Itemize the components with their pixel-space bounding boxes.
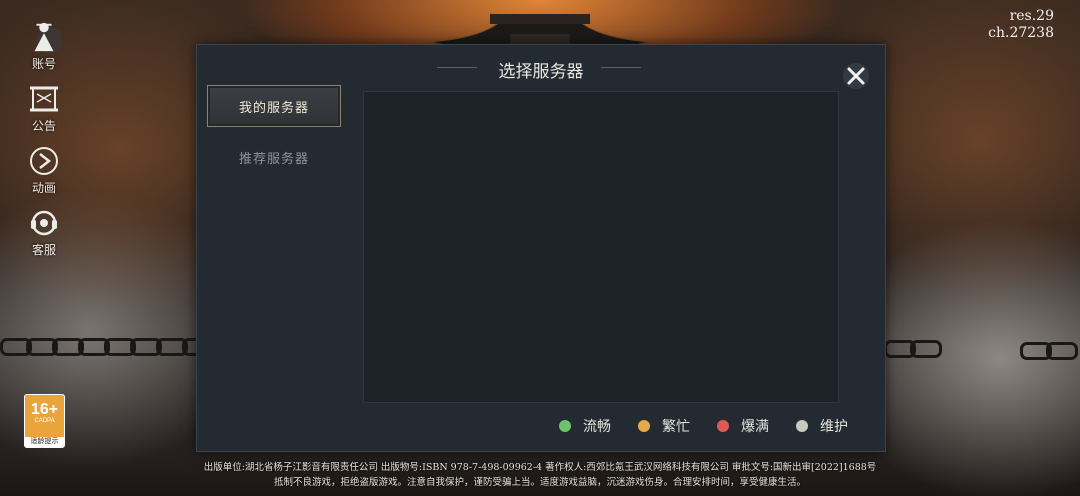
scroll-icon [27,82,61,116]
status-dot-red [717,420,729,432]
legend-item-smooth: 流畅 [559,416,611,436]
side-item-label: 公告 [31,119,56,133]
legend-label: 流畅 [583,419,611,435]
legend-label: 维护 [820,419,848,435]
title-ornament-right [601,67,641,68]
server-select-dialog: 选择服务器 我的服务器 推荐服务器 流畅 繁忙 爆满 维护 [196,44,886,452]
chain-far-right-decoration [1020,342,1078,360]
legend-item-busy: 繁忙 [638,416,690,436]
side-menu: 账号 公告 动画 客服 [22,20,66,268]
chain-right-decoration [884,340,942,358]
legend-label: 繁忙 [662,419,690,435]
side-item-animation[interactable]: 动画 [22,144,66,196]
age-rating-badge: 16+ CADPA 适龄提示 [24,394,65,448]
tab-my-servers[interactable]: 我的服务器 [207,85,341,127]
figure-icon [27,20,61,54]
play-icon [27,144,61,178]
version-info: res.29 ch.27238 [988,8,1054,42]
side-item-service[interactable]: 客服 [22,206,66,258]
server-status-legend: 流畅 繁忙 爆满 维护 [559,416,848,436]
footer-health-notice: 抵制不良游戏，拒绝盗版游戏。注意自我保护，谨防受骗上当。适度游戏益脑，沉迷游戏伤… [273,477,806,488]
status-dot-green [559,420,571,432]
server-list-area[interactable] [363,91,839,403]
channel-version: ch.27238 [988,25,1054,41]
side-item-notice[interactable]: 公告 [22,82,66,134]
age-rating-number: 16+ [30,401,59,418]
close-button[interactable] [841,61,871,91]
footer-publication-info: 出版单位:湖北省杨子江影音有限责任公司 出版物号:ISBN 978-7-498-… [203,462,877,473]
side-item-label: 动画 [31,181,56,195]
status-dot-orange [638,420,650,432]
headset-icon [27,206,61,240]
dialog-title: 选择服务器 [498,62,584,82]
legend-item-full: 爆满 [717,416,769,436]
chain-left-decoration [0,338,214,356]
side-item-label: 客服 [31,243,56,257]
status-dot-gray [796,420,808,432]
server-tabs: 我的服务器 推荐服务器 [207,85,341,187]
publishing-footer: 出版单位:湖北省杨子江影音有限责任公司 出版物号:ISBN 978-7-498-… [0,460,1080,490]
side-item-label: 账号 [31,57,56,71]
legend-label: 爆满 [741,419,769,435]
tab-recommended-servers[interactable]: 推荐服务器 [207,137,341,177]
age-rating-tip: 适龄提示 [25,437,64,447]
age-rating-org: CADPA [34,418,55,424]
side-item-account[interactable]: 账号 [22,20,66,72]
close-icon [843,63,869,89]
res-version: res.29 [1009,8,1054,24]
legend-item-maintenance: 维护 [796,416,848,436]
